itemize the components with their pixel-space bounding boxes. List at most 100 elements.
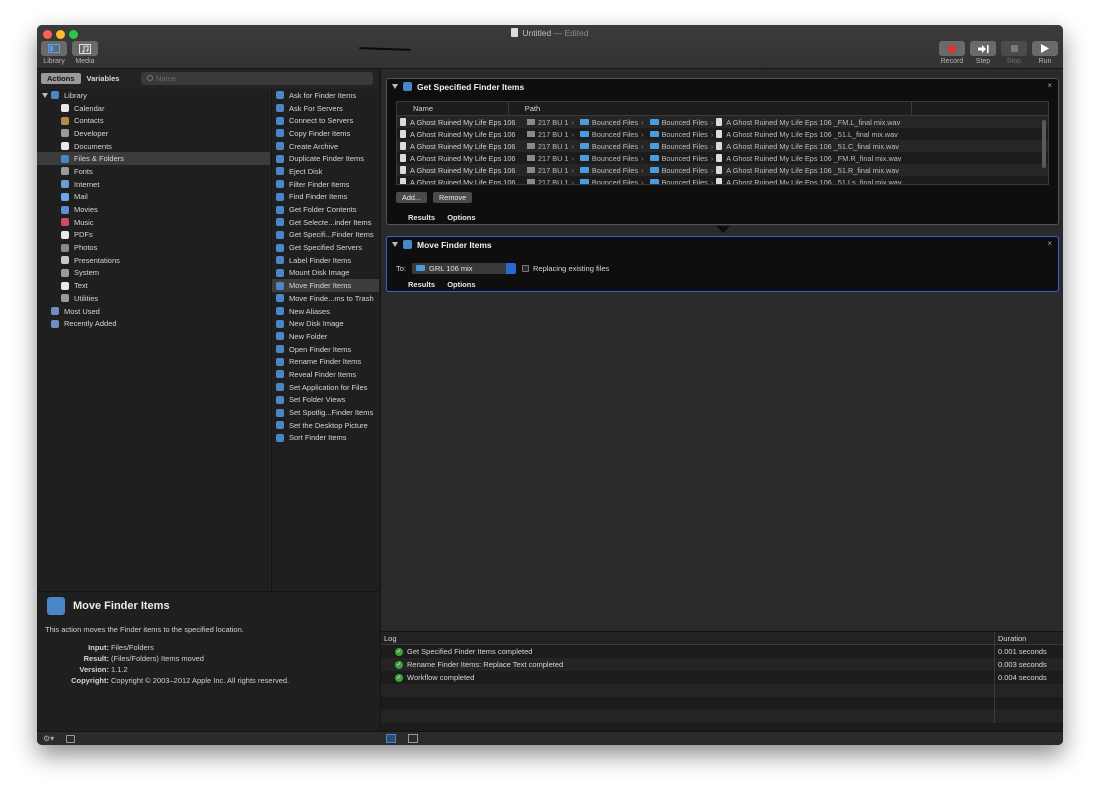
action-icon: [276, 256, 284, 265]
log-row[interactable]: ✓ Get Specified Finder Items completed 0.0…: [381, 645, 1063, 658]
finder-items-table[interactable]: Name Path A Ghost Ruined My Life Eps 106…: [396, 101, 1049, 185]
category-item[interactable]: Developer: [37, 127, 270, 140]
add-button[interactable]: Add...: [396, 192, 428, 203]
action-item[interactable]: New Folder: [272, 330, 379, 343]
gear-icon[interactable]: ⚙▾: [43, 734, 54, 743]
category-item[interactable]: System: [37, 267, 270, 280]
column-path[interactable]: Path: [509, 102, 913, 115]
action-item[interactable]: New Disk Image: [272, 317, 379, 330]
action-item[interactable]: Move Finde...ms to Trash: [272, 292, 379, 305]
action-item[interactable]: Ask For Servers: [272, 102, 379, 115]
action-item[interactable]: Get Specifi...Finder Items: [272, 229, 379, 242]
stop-button[interactable]: Stop: [1001, 41, 1027, 65]
action-item[interactable]: Set Spotlig...Finder Items: [272, 406, 379, 419]
media-button[interactable]: Media: [72, 41, 98, 65]
action-item[interactable]: Ask for Finder Items: [272, 89, 379, 102]
category-item[interactable]: Text: [37, 279, 270, 292]
action-item[interactable]: Duplicate Finder Items: [272, 152, 379, 165]
folder-icon: [51, 307, 59, 316]
table-row[interactable]: A Ghost Ruined My Life Eps 106 217 BU 1 › B…: [397, 176, 1048, 184]
file-icon: [716, 130, 723, 138]
tab-results[interactable]: Results: [408, 213, 435, 222]
library-root[interactable]: Library: [37, 89, 270, 102]
list-view-icon[interactable]: [386, 734, 396, 743]
run-button[interactable]: Run: [1032, 41, 1058, 65]
tab-variables[interactable]: Variables: [81, 73, 126, 84]
action-icon: [276, 307, 284, 316]
table-row[interactable]: A Ghost Ruined My Life Eps 106 217 BU 1 › B…: [397, 128, 1048, 140]
category-item[interactable]: Photos: [37, 241, 270, 254]
action-get-specified-finder-items[interactable]: Get Specified Finder Items × Name Path A…: [386, 78, 1059, 225]
action-item[interactable]: Set Application for Files: [272, 381, 379, 394]
log-row[interactable]: ✓ Rename Finder Items: Replace Text compl…: [381, 658, 1063, 671]
action-item[interactable]: Eject Disk: [272, 165, 379, 178]
action-item[interactable]: New Aliases: [272, 305, 379, 318]
action-icon: [276, 116, 284, 125]
action-item[interactable]: Get Specified Servers: [272, 241, 379, 254]
remove-button[interactable]: Remove: [433, 192, 473, 203]
action-item[interactable]: Connect to Servers: [272, 114, 379, 127]
action-item[interactable]: Copy Finder Items: [272, 127, 379, 140]
table-row[interactable]: A Ghost Ruined My Life Eps 106 217 BU 1 › B…: [397, 164, 1048, 176]
split-view-icon[interactable]: [408, 734, 418, 743]
category-item[interactable]: Utilities: [37, 292, 270, 305]
category-item[interactable]: Contacts: [37, 114, 270, 127]
action-item[interactable]: Rename Finder Items: [272, 355, 379, 368]
destination-popup[interactable]: GRL 106 mix: [412, 263, 516, 274]
table-row[interactable]: A Ghost Ruined My Life Eps 106 217 BU 1 › B…: [397, 140, 1048, 152]
tab-options[interactable]: Options: [447, 280, 475, 289]
collapse-triangle-icon[interactable]: [392, 84, 398, 89]
action-item[interactable]: Open Finder Items: [272, 343, 379, 356]
step-button[interactable]: Step: [970, 41, 996, 65]
library-button[interactable]: Library: [41, 41, 67, 65]
category-most-used[interactable]: Most Used: [37, 305, 270, 318]
vertical-scrollbar[interactable]: [1042, 120, 1046, 168]
column-duration[interactable]: Duration: [995, 632, 1026, 644]
table-row[interactable]: A Ghost Ruined My Life Eps 106 217 BU 1 › B…: [397, 152, 1048, 164]
close-action-icon[interactable]: ×: [1047, 81, 1052, 90]
tab-actions[interactable]: Actions: [41, 73, 81, 84]
search-input[interactable]: Name: [141, 72, 373, 85]
action-item[interactable]: Set the Desktop Picture: [272, 419, 379, 432]
category-item[interactable]: Presentations: [37, 254, 270, 267]
category-item[interactable]: Music: [37, 216, 270, 229]
column-name[interactable]: Name: [397, 102, 509, 115]
action-item[interactable]: Create Archive: [272, 140, 379, 153]
category-item[interactable]: Movies: [37, 203, 270, 216]
action-item[interactable]: Set Folder Views: [272, 394, 379, 407]
category-icon: [61, 167, 69, 176]
action-item[interactable]: Sort Finder Items: [272, 432, 379, 445]
column-log[interactable]: Log: [381, 632, 995, 644]
file-icon: [716, 142, 723, 150]
table-row[interactable]: A Ghost Ruined My Life Eps 106 217 BU 1 › B…: [397, 116, 1048, 128]
log-row[interactable]: ✓ Workflow completed 0.004 seconds: [381, 671, 1063, 684]
action-description: Move Finder Items This action moves the …: [37, 591, 379, 731]
action-item[interactable]: Get Selecte...inder Items: [272, 216, 379, 229]
category-item[interactable]: Files & Folders: [37, 152, 270, 166]
category-item[interactable]: Mail: [37, 191, 270, 204]
category-item[interactable]: Calendar: [37, 102, 270, 115]
action-move-finder-items[interactable]: Move Finder Items × To: GRL 106 mix Repl…: [386, 236, 1059, 292]
description-toggle-icon[interactable]: [66, 735, 75, 743]
category-item[interactable]: Documents: [37, 140, 270, 153]
replacing-existing-files-checkbox[interactable]: [522, 265, 529, 272]
close-action-icon[interactable]: ×: [1047, 239, 1052, 248]
category-item[interactable]: Fonts: [37, 165, 270, 178]
action-item[interactable]: Mount Disk Image: [272, 267, 379, 280]
action-item[interactable]: Filter Finder Items: [272, 178, 379, 191]
toolbar: Untitled — Edited Library Media Record S…: [37, 25, 1063, 69]
category-item[interactable]: Internet: [37, 178, 270, 191]
action-item[interactable]: Label Finder Items: [272, 254, 379, 267]
tab-results[interactable]: Results: [408, 280, 435, 289]
stop-icon: [1001, 41, 1027, 56]
category-item[interactable]: PDFs: [37, 229, 270, 242]
category-recently-added[interactable]: Recently Added: [37, 317, 270, 330]
record-button[interactable]: Record: [939, 41, 965, 65]
tab-options[interactable]: Options: [447, 213, 475, 222]
action-item[interactable]: Find Finder Items: [272, 191, 379, 204]
action-item[interactable]: Get Folder Contents: [272, 203, 379, 216]
action-item[interactable]: Move Finder Items: [272, 279, 379, 292]
finder-icon: [403, 82, 412, 91]
action-item[interactable]: Reveal Finder Items: [272, 368, 379, 381]
collapse-triangle-icon[interactable]: [392, 242, 398, 247]
